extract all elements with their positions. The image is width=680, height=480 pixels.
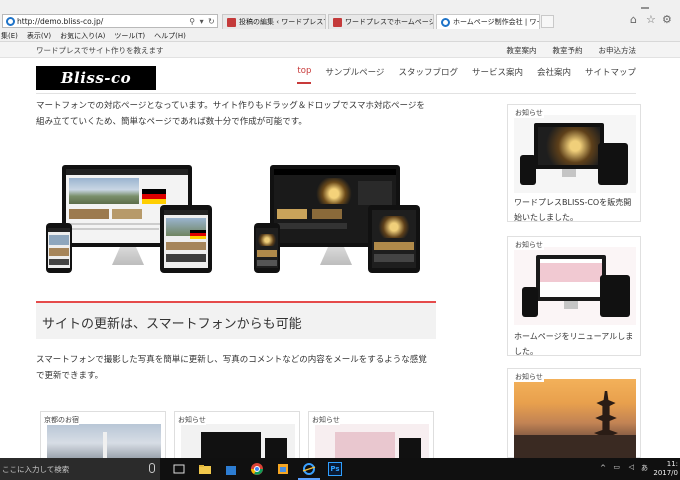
toplink-classroom[interactable]: 教室案内 <box>507 45 537 56</box>
toplink-apply[interactable]: お申込方法 <box>599 45 637 56</box>
site-logo[interactable]: Bliss-co <box>36 66 156 90</box>
ie-icon <box>6 16 15 26</box>
tab-title: ホームページ制作会社 | ワードプ... <box>453 18 539 26</box>
favorites-star-icon[interactable]: ☆ <box>646 14 658 26</box>
card-label: お知らせ <box>178 415 206 425</box>
tablet-image <box>368 205 420 273</box>
minimize-icon[interactable] <box>640 2 650 10</box>
ime-icon[interactable]: あ <box>641 463 648 473</box>
home-icon[interactable]: ⌂ <box>630 14 642 26</box>
post-card[interactable]: お知らせ <box>308 411 434 462</box>
file-explorer-icon[interactable] <box>198 462 212 476</box>
network-icon[interactable]: ▭ <box>613 463 620 471</box>
card-label: お知らせ <box>514 372 544 382</box>
nav-company[interactable]: 会社案内 <box>537 66 571 84</box>
internet-explorer-icon[interactable] <box>302 462 316 476</box>
kyoto-tower-image <box>47 424 161 462</box>
menu-bar: 集(E) 表示(V) お気に入り(A) ツール(T) ヘルプ(H) <box>0 30 680 42</box>
new-tab-button[interactable] <box>541 15 554 28</box>
tab-homepage-company[interactable]: ホームページ制作会社 | ワードプ... × <box>436 14 540 29</box>
browser-chrome: http://demo.bliss-co.jp/ ⚲ ▾ ↻ 投稿の編集 ‹ ワ… <box>0 0 680 42</box>
taskbar-search[interactable]: ここに入力して検索 <box>0 458 160 480</box>
search-placeholder: ここに入力して検索 <box>2 465 70 474</box>
ie-favicon-icon <box>441 17 450 27</box>
paint-icon[interactable] <box>276 462 290 476</box>
refresh-icon[interactable]: ↻ <box>208 17 215 26</box>
task-view-icon[interactable] <box>172 462 186 476</box>
sidebar-news-card[interactable]: お知らせ ホームページをリニューアルしました。 <box>507 236 641 356</box>
clock-time: 11: <box>666 460 678 468</box>
main-nav: top サンプルページ スタッフブログ サービス案内 会社案内 サイトマップ <box>297 66 636 84</box>
nav-services[interactable]: サービス案内 <box>472 66 523 84</box>
tab-title: ワードプレスでホームページ作成 ‧ ブ... <box>345 18 433 26</box>
nav-sample-page[interactable]: サンプルページ <box>325 66 384 84</box>
photoshop-icon[interactable]: Ps <box>328 462 342 476</box>
clock-date: 2017/0 <box>653 469 678 477</box>
site-topbar: ワードプレスでサイト作りを教えます 教室案内 教室予約 お申込方法 <box>0 42 680 58</box>
sidebar-news-card[interactable]: お知らせ <box>507 368 641 459</box>
body-paragraph: スマートフォンで撮影した写真を簡単に更新し、写真のコメントなどの内容をメールをす… <box>36 352 436 384</box>
body-line: スマートフォンで撮影した写真を簡単に更新し、写真のコメントなどの内容をメールをす… <box>36 355 427 365</box>
windows-taskbar: ここに入力して検索 Ps ^ ▭ ◁ あ 11: 2017/0 <box>0 458 680 480</box>
card-label: お知らせ <box>514 240 544 250</box>
device-thumbnail-image <box>315 424 429 462</box>
device-thumbnail-image <box>181 424 295 462</box>
card-label: お知らせ <box>312 415 340 425</box>
monitor-stand <box>112 247 144 265</box>
nav-divider <box>36 93 636 94</box>
device-mockup-image <box>46 165 214 279</box>
menu-help[interactable]: ヘルプ(H) <box>154 31 186 41</box>
menu-edit[interactable]: 集(E) <box>1 31 18 41</box>
device-thumbnail-image <box>514 115 636 193</box>
search-icon[interactable]: ⚲ <box>189 17 195 26</box>
nav-sitemap[interactable]: サイトマップ <box>585 66 636 84</box>
tab-title: 投稿の編集 ‹ ワードプレスでホーム... <box>239 18 325 26</box>
device-thumbnail-image <box>514 247 636 325</box>
top-links: 教室案内 教室予約 お申込方法 <box>507 45 637 56</box>
body-line: で更新できます。 <box>36 371 104 381</box>
tab-edit-post[interactable]: 投稿の編集 ‹ ワードプレスでホーム... <box>222 14 326 29</box>
toplink-reservation[interactable]: 教室予約 <box>553 45 583 56</box>
device-mockup-image <box>254 165 422 279</box>
menu-tools[interactable]: ツール(T) <box>114 31 145 41</box>
sidebar-news-card[interactable]: お知らせ ワードプレスBLISS-COを販売開始いたしました。 <box>507 104 641 222</box>
card-caption[interactable]: ワードプレスBLISS-COを販売開始いたしました。 <box>514 195 638 225</box>
intro-line: マートフォンでの対応ページとなっています。サイト作りもドラッグ＆ドロップでスマホ… <box>36 101 425 111</box>
microphone-icon[interactable] <box>149 463 155 473</box>
dropdown-icon[interactable]: ▾ <box>200 17 204 26</box>
menu-favorites[interactable]: お気に入り(A) <box>60 31 105 41</box>
post-card[interactable]: お知らせ <box>174 411 300 462</box>
smartphone-image <box>254 223 280 273</box>
pagoda-sunset-image <box>514 379 636 459</box>
nav-staff-blog[interactable]: スタッフブログ <box>398 66 458 84</box>
address-url[interactable]: http://demo.bliss-co.jp/ <box>17 17 187 26</box>
card-label: お知らせ <box>514 108 544 118</box>
show-hidden-icon[interactable]: ^ <box>600 464 606 472</box>
address-bar[interactable]: http://demo.bliss-co.jp/ ⚲ ▾ ↻ <box>2 14 218 28</box>
volume-icon[interactable]: ◁ <box>629 463 634 471</box>
smartphone-image <box>46 223 72 273</box>
post-card[interactable]: 京都のお宿 <box>40 411 166 462</box>
menu-view[interactable]: 表示(V) <box>27 31 51 41</box>
store-icon[interactable] <box>224 462 238 476</box>
gear-icon[interactable]: ⚙ <box>662 14 674 26</box>
intro-paragraph: マートフォンでの対応ページとなっています。サイト作りもドラッグ＆ドロップでスマホ… <box>36 98 436 130</box>
tab-wordpress-site[interactable]: ワードプレスでホームページ作成 ‧ ブ... <box>328 14 434 29</box>
wordpress-favicon-icon <box>333 17 342 27</box>
site-tagline: ワードプレスでサイト作りを教えます <box>36 46 164 55</box>
chrome-icon[interactable] <box>250 462 264 476</box>
section-heading: サイトの更新は、スマートフォンからも可能 <box>36 301 436 339</box>
wordpress-favicon-icon <box>227 17 236 27</box>
monitor-stand <box>320 247 352 265</box>
card-caption[interactable]: ホームページをリニューアルしました。 <box>514 329 638 359</box>
clock[interactable]: 11: 2017/0 <box>653 460 678 478</box>
nav-top[interactable]: top <box>297 66 312 84</box>
intro-line: 組み立てていくため、簡単なページであれば数十分で作成が可能です。 <box>36 117 307 127</box>
tablet-image <box>160 205 212 273</box>
card-label: 京都のお宿 <box>44 415 79 425</box>
